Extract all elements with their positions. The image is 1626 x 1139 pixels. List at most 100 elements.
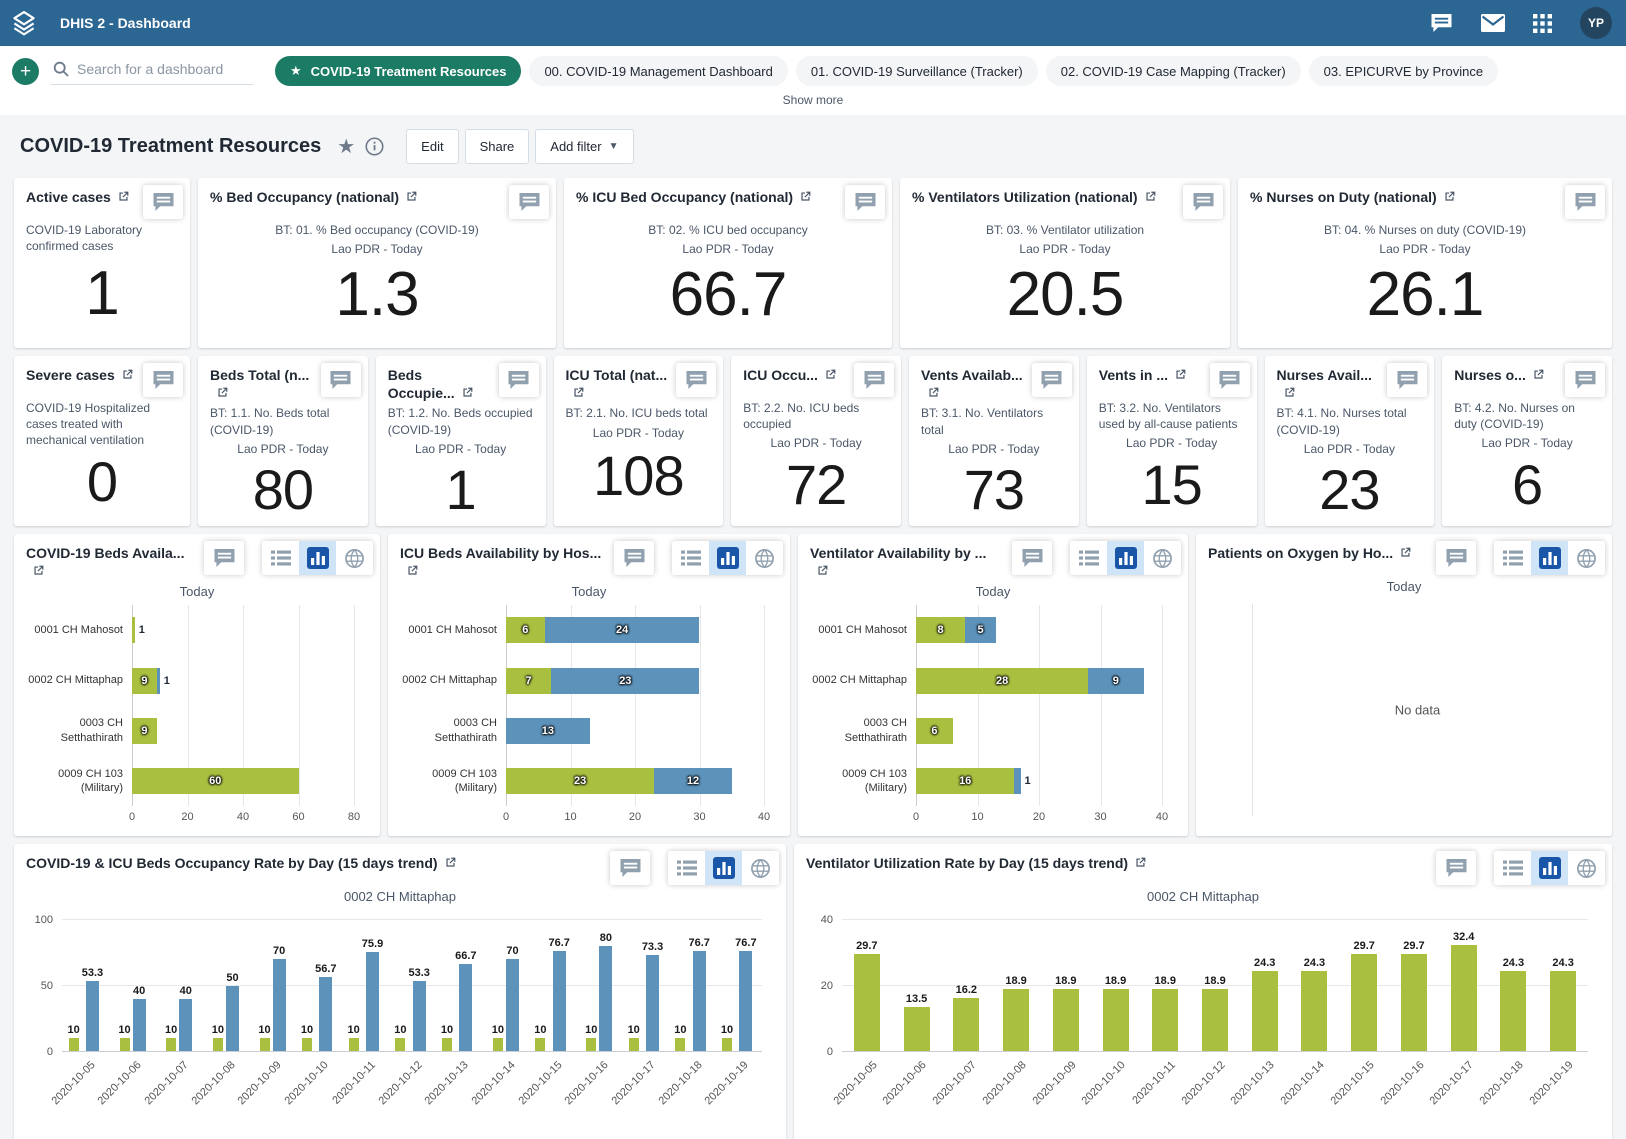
comment-button[interactable]	[1565, 363, 1605, 397]
comment-button[interactable]	[1436, 851, 1476, 885]
edit-button[interactable]: Edit	[406, 129, 458, 164]
bar[interactable]	[535, 1038, 545, 1051]
bar-segment[interactable]: 28	[916, 668, 1088, 694]
bar[interactable]	[493, 1038, 503, 1051]
bar-segment[interactable]	[1014, 768, 1020, 794]
comment-button[interactable]	[614, 541, 654, 575]
bar[interactable]	[442, 1038, 452, 1051]
map-view-button[interactable]	[1568, 851, 1605, 885]
bar[interactable]	[366, 952, 379, 1051]
comment-button[interactable]	[499, 363, 539, 397]
search-input[interactable]	[77, 61, 245, 77]
dashboard-chip[interactable]: ★COVID-19 Treatment Resources	[275, 56, 521, 86]
chart-view-button[interactable]	[299, 541, 336, 575]
table-view-button[interactable]	[672, 541, 709, 575]
bar[interactable]	[1351, 954, 1377, 1051]
bar-segment[interactable]: 8	[916, 617, 965, 643]
bar[interactable]	[599, 946, 612, 1051]
bar[interactable]	[1500, 971, 1526, 1051]
bar[interactable]	[953, 998, 979, 1051]
bar[interactable]	[739, 951, 752, 1051]
table-view-button[interactable]	[668, 851, 705, 885]
bar[interactable]	[693, 951, 706, 1051]
chart-view-button[interactable]	[1531, 541, 1568, 575]
bar[interactable]	[553, 951, 566, 1051]
bar[interactable]	[722, 1038, 732, 1051]
apps-menu-icon[interactable]	[1533, 14, 1552, 33]
bar[interactable]	[133, 999, 146, 1051]
bar[interactable]	[586, 1038, 596, 1051]
chart-view-button[interactable]	[705, 851, 742, 885]
map-view-button[interactable]	[1144, 541, 1181, 575]
share-button[interactable]: Share	[465, 129, 530, 164]
table-view-button[interactable]	[262, 541, 299, 575]
bar-segment[interactable]: 23	[551, 668, 699, 694]
map-view-button[interactable]	[742, 851, 779, 885]
dashboard-chip[interactable]: 02. COVID-19 Case Mapping (Tracker)	[1046, 56, 1301, 86]
dashboard-chip[interactable]: 01. COVID-19 Surveillance (Tracker)	[796, 56, 1038, 86]
bar[interactable]	[1401, 954, 1427, 1051]
bar[interactable]	[69, 1038, 79, 1051]
bar-segment[interactable]: 24	[545, 617, 700, 643]
bar[interactable]	[120, 1038, 130, 1051]
table-view-button[interactable]	[1494, 851, 1531, 885]
comment-button[interactable]	[676, 363, 716, 397]
bar-segment[interactable]: 23	[506, 768, 654, 794]
bar[interactable]	[629, 1038, 639, 1051]
comment-button[interactable]	[204, 541, 244, 575]
bar[interactable]	[1550, 971, 1576, 1051]
new-dashboard-button[interactable]: +	[12, 58, 39, 85]
bar-segment[interactable]: 13	[506, 718, 590, 744]
bar-segment[interactable]: 5	[965, 617, 996, 643]
interpretations-icon[interactable]	[1430, 13, 1453, 33]
bar[interactable]	[1152, 989, 1178, 1051]
bar-segment[interactable]: 6	[916, 718, 953, 744]
bar[interactable]	[413, 981, 426, 1051]
bar[interactable]	[1252, 971, 1278, 1051]
bar[interactable]	[319, 977, 332, 1051]
comment-button[interactable]	[1210, 363, 1250, 397]
chart-view-button[interactable]	[709, 541, 746, 575]
bar-segment[interactable]: 9	[1088, 668, 1143, 694]
bar-segment[interactable]: 6	[506, 617, 545, 643]
bar[interactable]	[1202, 989, 1228, 1051]
user-avatar[interactable]: YP	[1580, 7, 1612, 39]
comment-button[interactable]	[1387, 363, 1427, 397]
bar-segment[interactable]: 60	[132, 768, 299, 794]
comment-button[interactable]	[1565, 185, 1605, 219]
bar[interactable]	[86, 981, 99, 1051]
bar[interactable]	[302, 1038, 312, 1051]
comment-button[interactable]	[1032, 363, 1072, 397]
bar[interactable]	[1003, 989, 1029, 1051]
info-icon[interactable]	[365, 137, 384, 156]
comment-button[interactable]	[845, 185, 885, 219]
dashboard-chip[interactable]: 03. EPICURVE by Province	[1309, 56, 1498, 86]
comment-button[interactable]	[1436, 541, 1476, 575]
bar[interactable]	[1053, 989, 1079, 1051]
dashboard-search[interactable]	[51, 57, 253, 85]
bar-segment[interactable]	[157, 668, 160, 694]
comment-button[interactable]	[509, 185, 549, 219]
comment-button[interactable]	[143, 363, 183, 397]
star-icon[interactable]: ★	[337, 134, 355, 159]
bar[interactable]	[459, 964, 472, 1051]
bar[interactable]	[166, 1038, 176, 1051]
bar[interactable]	[260, 1038, 270, 1051]
comment-button[interactable]	[610, 851, 650, 885]
bar[interactable]	[646, 955, 659, 1051]
bar[interactable]	[675, 1038, 685, 1051]
comment-button[interactable]	[854, 363, 894, 397]
dhis2-logo[interactable]	[0, 0, 48, 46]
comment-button[interactable]	[321, 363, 361, 397]
bar-segment[interactable]: 16	[916, 768, 1014, 794]
map-view-button[interactable]	[1568, 541, 1605, 575]
bar[interactable]	[349, 1038, 359, 1051]
chart-view-button[interactable]	[1107, 541, 1144, 575]
bar[interactable]	[395, 1038, 405, 1051]
bar-segment[interactable]: 9	[132, 718, 157, 744]
bar[interactable]	[506, 959, 519, 1051]
map-view-button[interactable]	[336, 541, 373, 575]
bar[interactable]	[904, 1007, 930, 1051]
bar[interactable]	[226, 986, 239, 1052]
bar[interactable]	[854, 954, 880, 1051]
